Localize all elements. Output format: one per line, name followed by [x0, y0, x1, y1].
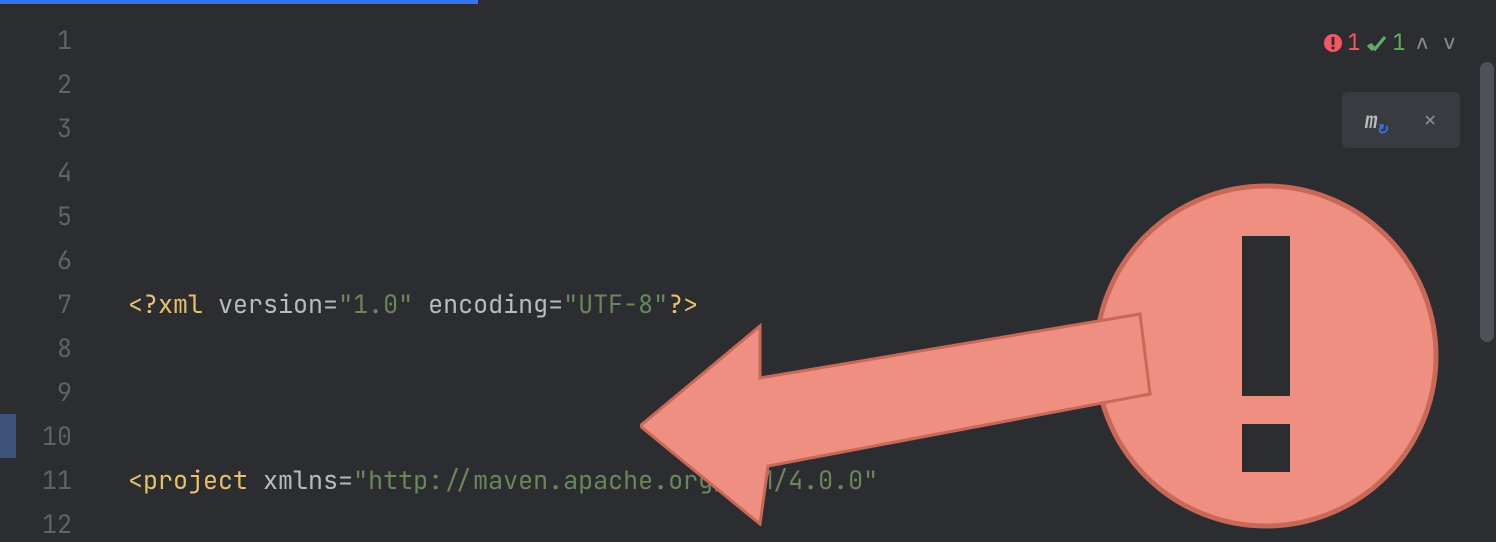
check-icon [1366, 32, 1388, 54]
line-number[interactable]: 4 [0, 150, 128, 194]
close-icon[interactable]: × [1423, 105, 1437, 136]
line-number[interactable]: 2 [0, 62, 128, 106]
gutter: 1 2 3 4 5 6 7 8 9 10 11 12 [0, 0, 128, 542]
line-number[interactable]: 5 [0, 194, 128, 238]
line-number[interactable]: 11 [0, 458, 128, 502]
ok-count-badge[interactable]: 1 [1366, 28, 1405, 57]
line-number[interactable]: 12 [0, 502, 128, 542]
line-number[interactable]: 3 [0, 106, 128, 150]
line-number[interactable]: 6 [0, 238, 128, 282]
code-editor: 1 2 3 4 5 6 7 8 9 10 11 12 ⊟ ⊟ ⊟ <?xml v… [0, 0, 1496, 542]
error-count-badge[interactable]: 1 [1323, 28, 1360, 57]
code-area[interactable]: ⊟ ⊟ ⊟ <?xml version="1.0" encoding="UTF-… [128, 0, 1496, 542]
error-icon [1323, 33, 1343, 53]
line-number-current[interactable]: 10 [0, 414, 128, 458]
inspection-widget[interactable]: 1 1 ∧ ∨ [1323, 28, 1460, 57]
next-highlight-icon[interactable]: ∨ [1439, 28, 1460, 57]
line-number[interactable]: 1 [0, 18, 128, 62]
prev-highlight-icon[interactable]: ∧ [1412, 28, 1433, 57]
maven-icon[interactable]: m↻ [1365, 106, 1378, 135]
code-line[interactable]: <project xmlns="http://maven.apache.org/… [128, 458, 1496, 502]
maven-reload-widget[interactable]: m↻ × [1342, 92, 1460, 148]
progress-bar [0, 0, 478, 4]
code-line[interactable]: <?xml version="1.0" encoding="UTF-8"?> [128, 282, 1496, 326]
line-number[interactable]: 8 [0, 326, 128, 370]
scrollbar-thumb[interactable] [1480, 62, 1494, 342]
line-number[interactable]: 7 [0, 282, 128, 326]
line-number[interactable]: 9 [0, 370, 128, 414]
refresh-icon: ↻ [1376, 121, 1388, 139]
